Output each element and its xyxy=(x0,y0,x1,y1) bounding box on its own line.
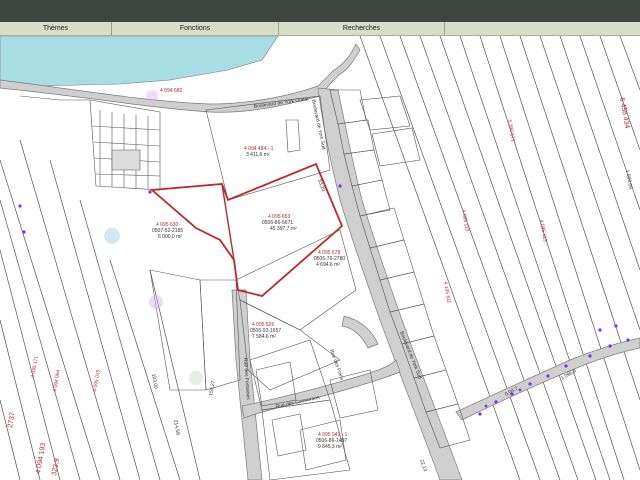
road-york-sud xyxy=(317,87,463,480)
parcel-lines-left xyxy=(0,139,201,480)
svg-text:7 584,6 m²: 7 584,6 m² xyxy=(252,334,276,340)
svg-text:323,9: 323,9 xyxy=(51,458,61,477)
menu-fonctions[interactable]: Fonctions xyxy=(112,22,279,35)
svg-text:0507-52-2185: 0507-52-2185 xyxy=(152,228,183,234)
svg-text:0506-93-1657: 0506-93-1657 xyxy=(250,328,281,334)
lot-right-d: 4 095 413 xyxy=(538,219,548,242)
menu-recherches[interactable]: Recherches xyxy=(279,22,445,35)
menu-bar: Thèmes Fonctions Recherches xyxy=(0,22,640,36)
svg-text:45 397,7 m²: 45 397,7 m² xyxy=(270,226,297,232)
lot-left-a: 4 095 171 xyxy=(30,355,40,378)
svg-text:22,13: 22,13 xyxy=(418,459,428,473)
menu-empty-area xyxy=(445,22,640,35)
menu-themes[interactable]: Thèmes xyxy=(0,22,112,35)
window-header-strip xyxy=(0,0,640,22)
svg-text:214,58: 214,58 xyxy=(172,419,181,435)
map-markers xyxy=(104,90,203,385)
svg-text:9 845,3 m²: 9 845,3 m² xyxy=(318,444,342,450)
lot-right-b: 4 095 113 xyxy=(460,209,470,232)
svg-text:0506-86-5671: 0506-86-5671 xyxy=(262,220,293,226)
svg-text:53,20: 53,20 xyxy=(316,179,326,193)
selected-parcel-divider xyxy=(221,183,235,261)
label-rue-des-foins: Rue des Foins xyxy=(328,349,345,382)
svg-text:0506-76-2780: 0506-76-2780 xyxy=(314,256,345,262)
svg-text:4 094 680: 4 094 680 xyxy=(160,88,182,94)
svg-text:3 411,6 m²: 3 411,6 m² xyxy=(246,152,270,158)
lot-bottom-left: 4 094 193 xyxy=(35,442,47,474)
lot-left-b: 4 094 094 xyxy=(52,369,62,392)
svg-text:6 000,0 m²: 6 000,0 m² xyxy=(158,234,182,240)
lot-right-c: 4 195 611 xyxy=(442,281,452,304)
svg-text:1 093,09: 1 093,09 xyxy=(624,169,633,189)
lot-right-edge: 6 458 434 xyxy=(618,97,630,129)
dimension-labels: 214,58 1 093,09 53,20 103,09 1 096,9 22,… xyxy=(7,169,633,476)
residential-lots-top-left xyxy=(19,95,161,191)
cadastral-map[interactable]: Boulevard de York Ouest Boulevard de Yor… xyxy=(0,36,640,480)
lot-right-a: 5 390 571 xyxy=(506,119,516,142)
svg-text:103,09: 103,09 xyxy=(150,373,159,389)
svg-text:0506-86-1407: 0506-86-1407 xyxy=(316,438,347,444)
lot-left-c: 4 095 015 xyxy=(92,369,102,392)
water-body xyxy=(0,36,279,89)
svg-text:4 694,6 m²: 4 694,6 m² xyxy=(316,262,340,268)
svg-text:150,27: 150,27 xyxy=(208,380,217,396)
svg-text:2737: 2737 xyxy=(7,412,17,429)
road-cul-de-sac xyxy=(341,315,379,349)
